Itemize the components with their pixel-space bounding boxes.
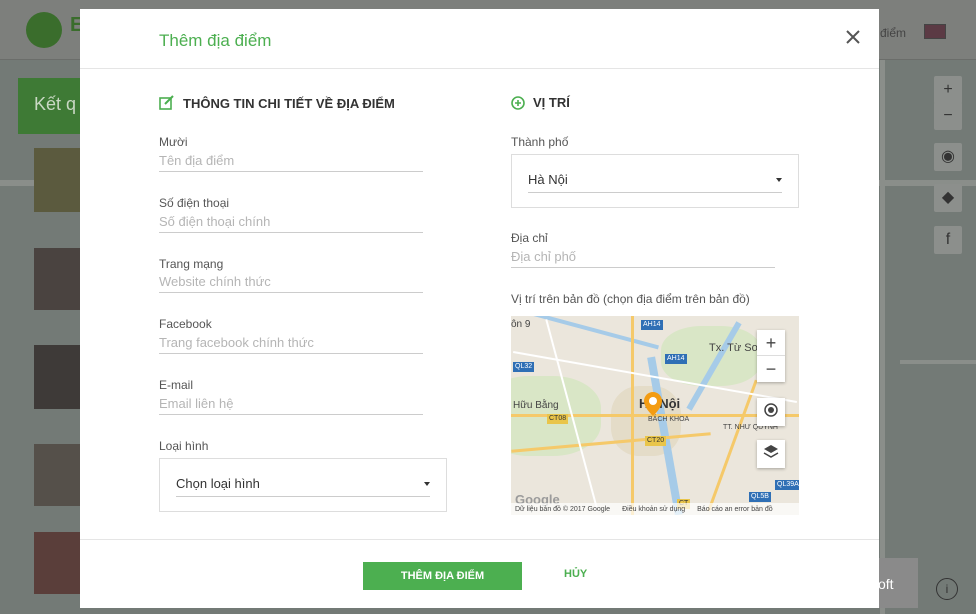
road-tag: QL32 [513, 362, 535, 372]
map-terms-link[interactable]: Điều khoản sử dụng [622, 506, 685, 513]
cancel-button[interactable]: HỦY [564, 568, 587, 580]
map-label-huubang: Hữu Bằng [513, 400, 559, 411]
result-thumbnail[interactable] [34, 532, 80, 594]
map-pin-icon[interactable] [644, 392, 662, 421]
plus-circle-icon [511, 95, 525, 110]
road-tag: AH14 [665, 354, 687, 364]
map-layers-button[interactable] [757, 440, 785, 468]
close-icon[interactable] [844, 28, 862, 46]
map-attribution: Dữ liệu bản đồ © 2017 Google Điều khoản … [511, 503, 799, 515]
info-icon[interactable]: i [936, 578, 958, 600]
modal-header: Thêm địa điểm [80, 9, 879, 69]
add-place-button[interactable]: THÊM ĐỊA ĐIỂM [363, 562, 522, 590]
name-input[interactable] [159, 150, 423, 172]
map-zoom-in-button[interactable]: + [757, 330, 785, 356]
email-label: E-mail [159, 378, 194, 392]
map-zoom-control: + − [757, 330, 785, 382]
map-report-link[interactable]: Báo cáo an error bản đồ [697, 506, 773, 513]
result-thumbnail[interactable] [34, 248, 80, 310]
uk-flag-icon[interactable] [924, 24, 946, 39]
road-tag: QL39A [775, 480, 799, 490]
road-tag: QL5B [749, 492, 771, 502]
location-section-title: VỊ TRÍ [511, 95, 570, 110]
map-zoom-out-button[interactable]: − [757, 356, 785, 382]
results-panel: Kết q [18, 78, 80, 134]
result-thumbnail[interactable] [34, 148, 80, 212]
city-label: Thành phố [511, 135, 569, 149]
site-logo [26, 12, 62, 48]
email-input[interactable] [159, 393, 423, 415]
road-tag: CT20 [645, 436, 667, 446]
modal-footer: THÊM ĐỊA ĐIỂM HỦY [80, 539, 879, 608]
chevron-down-icon [776, 177, 782, 182]
facebook-input[interactable] [159, 332, 423, 354]
map-copyright: Dữ liệu bản đồ © 2017 Google [515, 505, 611, 513]
road-tag: CT08 [547, 414, 569, 424]
website-label: Trang mạng [159, 257, 224, 271]
add-place-modal: Thêm địa điểm THÔNG TIN CHI TIẾT VỀ ĐỊA … [80, 9, 879, 608]
locate-icon [763, 402, 779, 423]
city-select[interactable]: Hà Nội [511, 154, 799, 208]
bg-zoom-in-button[interactable]: + [934, 76, 962, 104]
bg-locate-icon[interactable]: ◉ [934, 143, 962, 171]
map-label-on9: ôn 9 [511, 319, 531, 330]
details-section-title: THÔNG TIN CHI TIẾT VỀ ĐỊA ĐIỂM [159, 95, 395, 111]
bg-zoom-out-button[interactable]: − [934, 102, 962, 130]
chevron-down-icon [424, 481, 430, 486]
header-link[interactable]: điểm [880, 26, 906, 40]
city-select-value: Hà Nội [528, 172, 568, 187]
phone-input[interactable] [159, 211, 423, 233]
result-thumbnail[interactable] [34, 345, 80, 409]
road-tag: AH14 [641, 320, 663, 330]
map-locate-button[interactable] [757, 398, 785, 426]
bg-layers-icon[interactable]: ◆ [934, 184, 962, 212]
location-section-label: VỊ TRÍ [533, 95, 570, 110]
map-label: Vị trí trên bản đồ (chọn địa điểm trên b… [511, 292, 750, 306]
website-input[interactable] [159, 271, 423, 293]
details-section-label: THÔNG TIN CHI TIẾT VỀ ĐỊA ĐIỂM [183, 95, 395, 111]
facebook-icon[interactable]: f [934, 226, 962, 254]
phone-label: Số điện thoại [159, 196, 230, 210]
layers-icon [763, 444, 779, 465]
address-label: Địa chỉ [511, 231, 548, 245]
type-select-value: Chọn loại hình [176, 476, 260, 491]
modal-title: Thêm địa điểm [159, 31, 272, 50]
result-thumbnail[interactable] [34, 444, 80, 506]
location-map[interactable]: ôn 9 Tx. Từ Sơn Hữu Bằng BÁCH KHOA TT. N… [511, 316, 799, 515]
type-select[interactable]: Chọn loại hình [159, 458, 447, 512]
address-input[interactable] [511, 246, 775, 268]
name-label: Mười [159, 135, 188, 149]
facebook-label: Facebook [159, 317, 212, 331]
type-label: Loại hình [159, 439, 209, 453]
edit-icon [159, 95, 175, 111]
ad-text: oft [878, 576, 894, 592]
